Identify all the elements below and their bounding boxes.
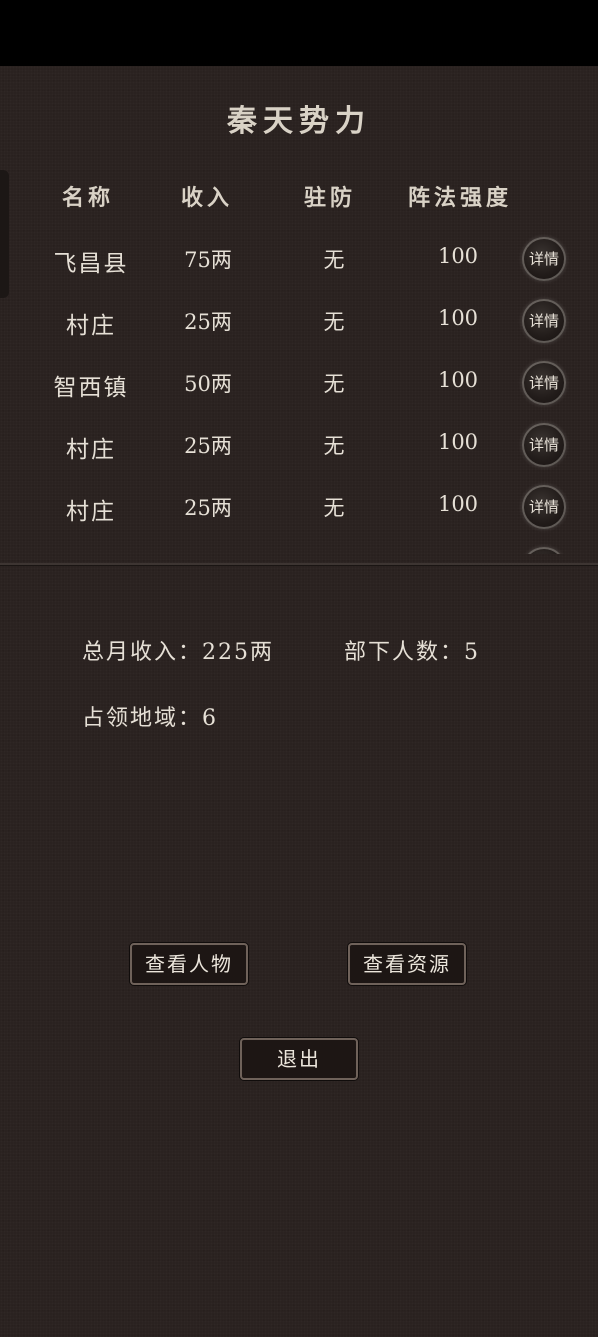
total-monthly-income: 总月收入：225两 bbox=[82, 640, 274, 665]
exit-button[interactable]: 退出 bbox=[240, 1038, 358, 1080]
territory-formation: 100 bbox=[437, 368, 479, 392]
territory-name: 飞昌县 bbox=[53, 251, 129, 277]
column-header-income: 收入 bbox=[181, 185, 234, 211]
page-title: 秦天势力 bbox=[227, 104, 371, 139]
table-row: 村庄 25两 无 100 详情 bbox=[0, 412, 598, 474]
subordinate-count: 部下人数：5 bbox=[344, 640, 480, 665]
view-characters-button[interactable]: 查看人物 bbox=[130, 943, 248, 985]
territory-garrison: 无 bbox=[323, 496, 345, 520]
territory-garrison: 无 bbox=[323, 434, 345, 458]
territory-formation: 100 bbox=[437, 492, 479, 516]
detail-button[interactable]: 详情 bbox=[522, 237, 566, 281]
territory-list[interactable]: 飞昌县 75两 无 100 详情 村庄 25两 无 100 详情 智西镇 50两… bbox=[0, 222, 598, 554]
column-header-name: 名称 bbox=[62, 185, 115, 211]
table-row: 智西镇 50两 无 100 详情 bbox=[0, 350, 598, 412]
table-row: 详情 bbox=[0, 536, 598, 554]
territory-garrison: 无 bbox=[323, 248, 345, 272]
divider bbox=[0, 563, 598, 565]
territory-name: 村庄 bbox=[66, 499, 116, 525]
territory-formation: 100 bbox=[437, 430, 479, 454]
table-row: 村庄 25两 无 100 详情 bbox=[0, 288, 598, 350]
detail-button[interactable]: 详情 bbox=[522, 423, 566, 467]
territory-formation: 100 bbox=[437, 306, 479, 330]
territory-income: 25两 bbox=[184, 434, 232, 458]
status-bar bbox=[0, 0, 598, 66]
detail-button[interactable]: 详情 bbox=[522, 361, 566, 405]
territory-name: 智西镇 bbox=[53, 375, 129, 401]
territory-income: 25两 bbox=[184, 310, 232, 334]
table-row: 飞昌县 75两 无 100 详情 bbox=[0, 226, 598, 288]
table-row: 村庄 25两 无 100 详情 bbox=[0, 474, 598, 536]
territory-income: 25两 bbox=[184, 496, 232, 520]
view-resources-button[interactable]: 查看资源 bbox=[348, 943, 466, 985]
territory-name: 村庄 bbox=[66, 313, 116, 339]
detail-button[interactable]: 详情 bbox=[522, 485, 566, 529]
territory-name: 村庄 bbox=[66, 437, 116, 463]
detail-button[interactable]: 详情 bbox=[522, 547, 566, 554]
territory-formation: 100 bbox=[437, 244, 479, 268]
detail-button[interactable]: 详情 bbox=[522, 299, 566, 343]
territory-income: 75两 bbox=[184, 248, 232, 272]
territory-income: 50两 bbox=[184, 372, 232, 396]
territory-count: 占领地域：6 bbox=[82, 706, 218, 731]
territory-garrison: 无 bbox=[323, 372, 345, 396]
column-header-formation: 阵法强度 bbox=[408, 185, 513, 211]
territory-garrison: 无 bbox=[323, 310, 345, 334]
column-header-garrison: 驻防 bbox=[304, 185, 357, 211]
